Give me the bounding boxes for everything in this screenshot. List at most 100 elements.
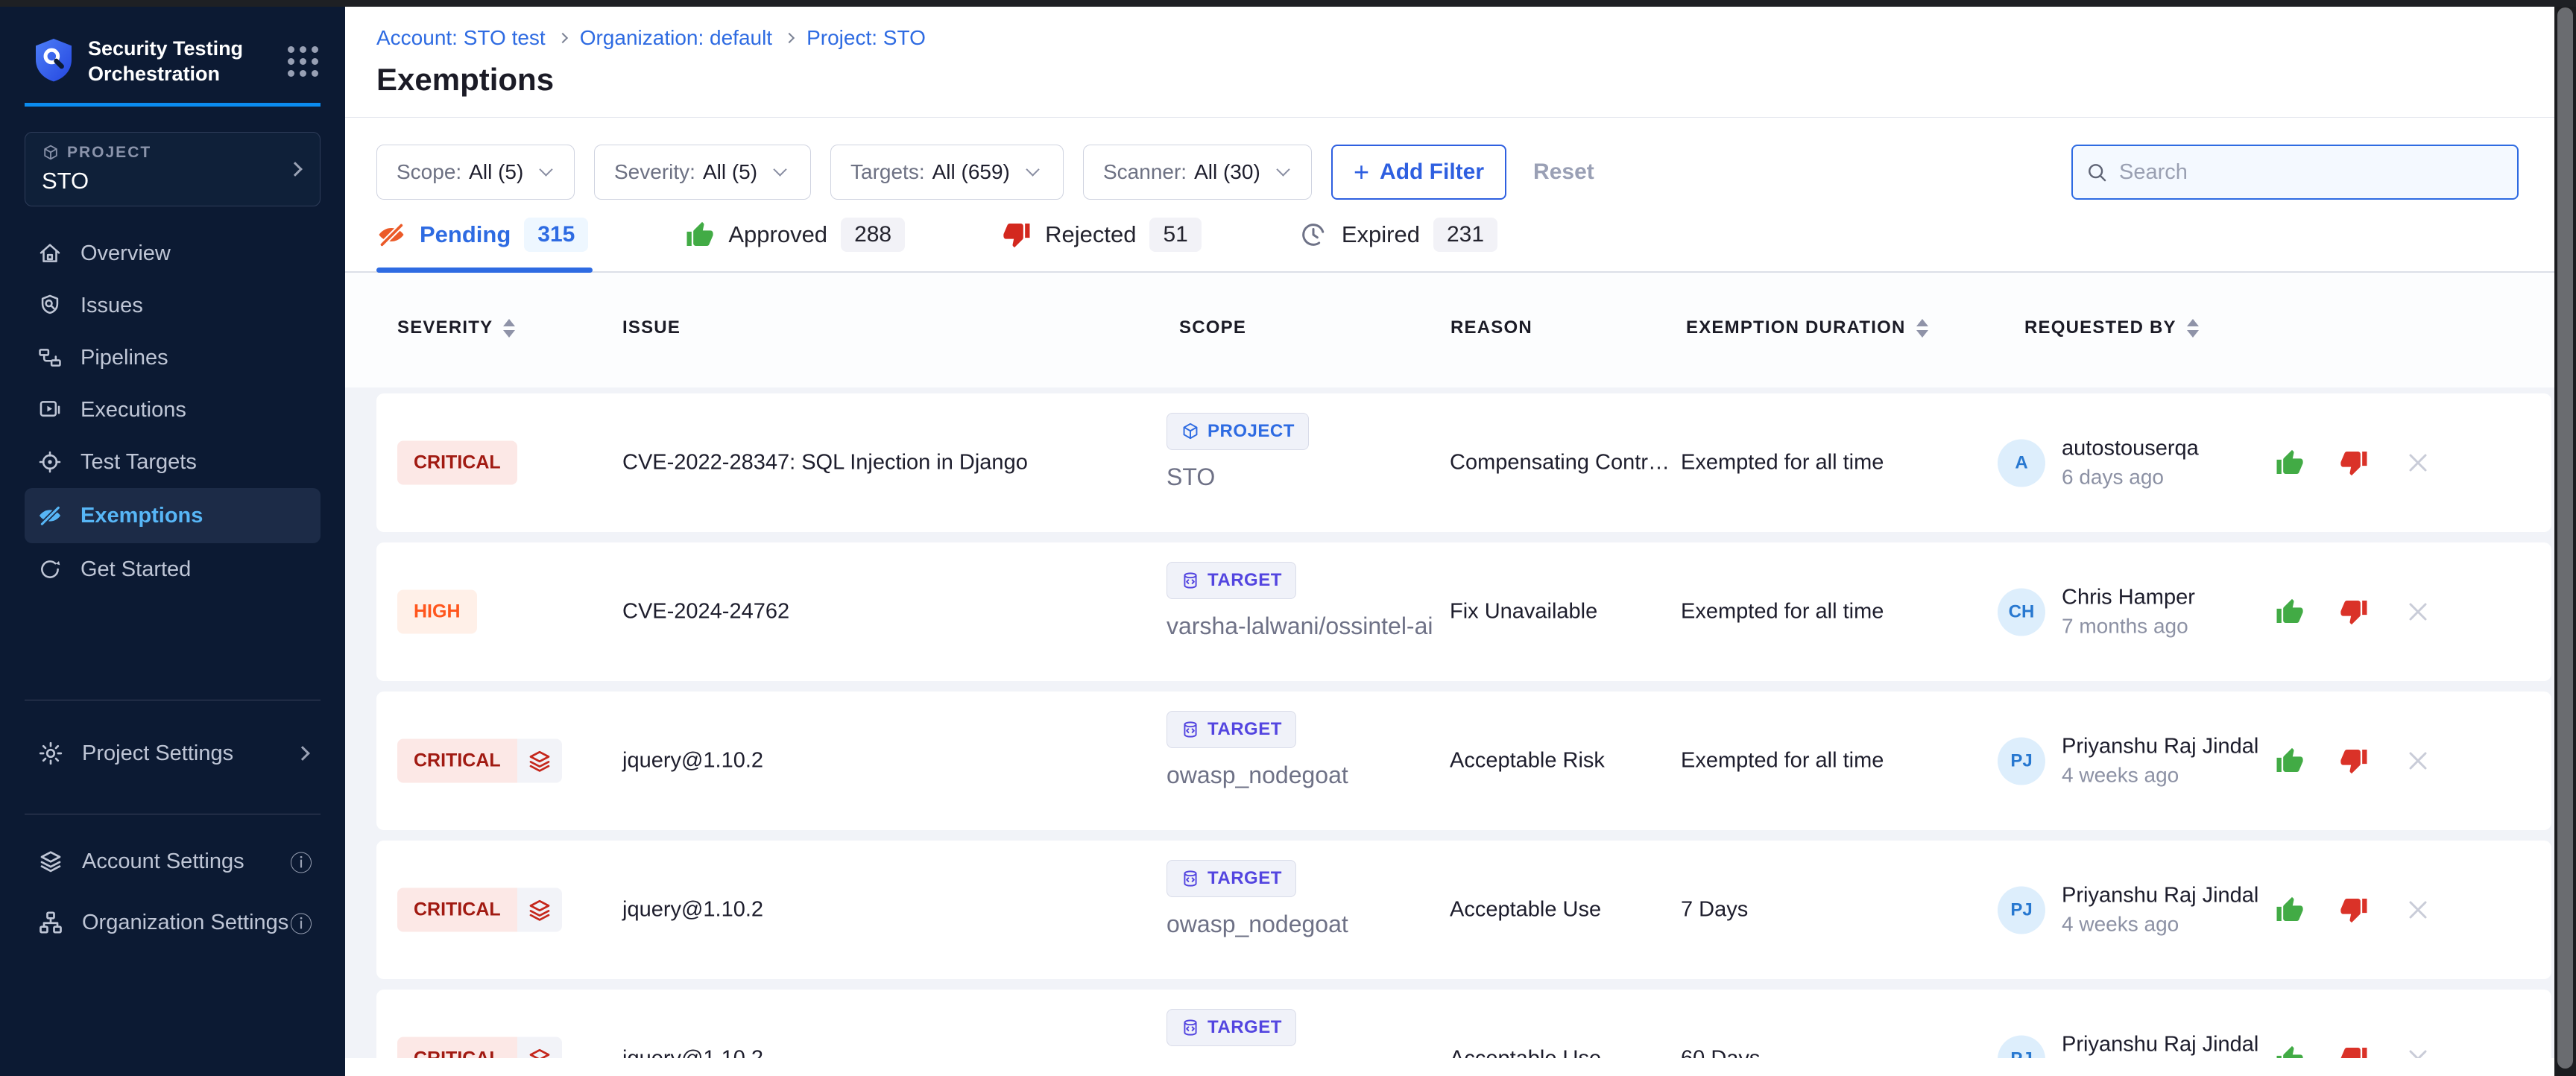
scrollbar-thumb[interactable]: [2557, 7, 2573, 1069]
sidebar-item-organization-settings[interactable]: Organization Settings ⓘ: [0, 896, 345, 949]
play-box-icon: [37, 397, 63, 423]
sidebar-item-pipelines[interactable]: Pipelines: [0, 332, 345, 384]
exemption-duration: Exempted for all time: [1681, 600, 1884, 624]
target-db-icon: [1181, 1018, 1200, 1037]
approve-button[interactable]: [2273, 893, 2306, 926]
home-icon: [37, 241, 63, 266]
requester-name: autostouserqa: [2062, 437, 2199, 461]
sidebar-item-issues[interactable]: Issues: [0, 279, 345, 332]
requested-by-cell: CH Chris Hamper 7 months ago: [1998, 586, 2195, 639]
row-actions: [2273, 1042, 2434, 1058]
exemption-duration: 7 Days: [1681, 898, 1748, 922]
dismiss-button[interactable]: [2402, 744, 2434, 777]
sidebar-nav: Overview Issues Pipelines Executions Tes…: [0, 227, 345, 595]
breadcrumb-account-link[interactable]: Account: STO test: [376, 26, 546, 50]
breadcrumb-project-link[interactable]: Project: STO: [806, 26, 926, 50]
tab-rejected[interactable]: Rejected 51: [1002, 218, 1202, 271]
issue-name: jquery@1.10.2: [622, 1047, 763, 1059]
target-db-icon: [1181, 720, 1200, 739]
search-input[interactable]: [2071, 145, 2519, 200]
sidebar: Security Testing Orchestration PROJECT S…: [0, 0, 345, 1076]
table-row[interactable]: CRITICAL CVE-2022-28347: SQL Injection i…: [376, 393, 2551, 532]
sidebar-item-exemptions[interactable]: Exemptions: [25, 488, 321, 543]
column-header-exemption-duration[interactable]: EXEMPTION DURATION: [1686, 317, 1928, 338]
dismiss-button[interactable]: [2402, 893, 2434, 926]
column-header-requested-by[interactable]: REQUESTED BY: [2024, 317, 2199, 338]
table-row[interactable]: HIGH CVE-2024-24762 TARGET varsha-lalwan…: [376, 542, 2551, 681]
reject-button[interactable]: [2337, 1042, 2370, 1058]
cube-icon: [1181, 422, 1200, 441]
column-header-severity[interactable]: SEVERITY: [397, 317, 515, 338]
sidebar-item-label: Test Targets: [80, 450, 197, 475]
requester-name: Priyanshu Raj Jindal: [2062, 884, 2258, 908]
sidebar-item-executions[interactable]: Executions: [0, 384, 345, 436]
issue-name: CVE-2022-28347: SQL Injection in Django: [622, 451, 1028, 475]
tab-expired[interactable]: Expired 231: [1298, 218, 1497, 271]
sidebar-item-project-settings[interactable]: Project Settings: [0, 727, 345, 779]
dismiss-button[interactable]: [2402, 446, 2434, 479]
tab-approved[interactable]: Approved 288: [685, 218, 905, 271]
thumb-down-icon: [2339, 1044, 2369, 1058]
scope-cell: TARGET owasp_nodegoat: [1167, 860, 1348, 938]
reject-button[interactable]: [2337, 893, 2370, 926]
tab-label: Pending: [420, 221, 511, 248]
tab-count-badge: 231: [1433, 218, 1497, 252]
sidebar-item-account-settings[interactable]: Account Settings ⓘ: [0, 835, 345, 887]
sidebar-item-label: Exemptions: [80, 504, 203, 528]
reject-button[interactable]: [2337, 595, 2370, 628]
severity-filter-dropdown[interactable]: Severity: All (5): [594, 145, 811, 200]
exemption-duration: Exempted for all time: [1681, 451, 1884, 475]
dismiss-button[interactable]: [2402, 1042, 2434, 1058]
column-header-issue: ISSUE: [622, 317, 681, 338]
add-filter-label: Add Filter: [1380, 159, 1484, 185]
sidebar-item-get-started[interactable]: Get Started: [0, 543, 345, 595]
approve-button[interactable]: [2273, 1042, 2306, 1058]
targets-filter-dropdown[interactable]: Targets: All (659): [830, 145, 1064, 200]
target-db-icon: [1181, 869, 1200, 888]
window-top-edge: [0, 0, 2576, 7]
sidebar-item-overview[interactable]: Overview: [0, 227, 345, 279]
gear-icon: [37, 740, 64, 767]
requested-time: 7 months ago: [2062, 615, 2195, 639]
approve-button[interactable]: [2273, 595, 2306, 628]
issue-name: CVE-2024-24762: [622, 600, 789, 624]
chevron-down-icon: [1026, 162, 1039, 176]
reject-button[interactable]: [2337, 744, 2370, 777]
table-row[interactable]: CRITICAL jquery@1.10.2 TARGET owasp_node…: [376, 692, 2551, 830]
requester-name: Priyanshu Raj Jindal: [2062, 735, 2258, 759]
scope-cell: TARGET varsha-lalwani/ossintel-ai: [1167, 562, 1433, 640]
tab-label: Approved: [728, 221, 827, 248]
reset-filters-link[interactable]: Reset: [1533, 159, 1594, 185]
severity-badge: CRITICAL: [397, 739, 562, 783]
thumb-down-icon: [2339, 895, 2369, 925]
approve-button[interactable]: [2273, 446, 2306, 479]
filter-value: All (5): [703, 160, 757, 184]
requester-name: Chris Hamper: [2062, 586, 2195, 610]
table-row[interactable]: CRITICAL jquery@1.10.2 TARGET owasp_node…: [376, 990, 2551, 1058]
exemption-duration: Exempted for all time: [1681, 749, 1884, 773]
approve-button[interactable]: [2273, 744, 2306, 777]
sidebar-item-test-targets[interactable]: Test Targets: [0, 436, 345, 488]
scope-filter-dropdown[interactable]: Scope: All (5): [376, 145, 575, 200]
table-row[interactable]: CRITICAL jquery@1.10.2 TARGET owasp_node…: [376, 841, 2551, 979]
breadcrumb-organization-link[interactable]: Organization: default: [580, 26, 772, 50]
add-filter-button[interactable]: + Add Filter: [1331, 145, 1506, 200]
issue-name: jquery@1.10.2: [622, 898, 763, 922]
exemption-reason: Acceptable Use: [1450, 1047, 1601, 1059]
tab-count-badge: 288: [841, 218, 905, 252]
reject-button[interactable]: [2337, 446, 2370, 479]
dismiss-button[interactable]: [2402, 595, 2434, 628]
thumb-down-icon: [2339, 746, 2369, 776]
filter-label: Targets:: [850, 160, 925, 184]
filter-label: Severity:: [614, 160, 695, 184]
thumb-up-icon: [685, 220, 715, 250]
row-actions: [2273, 744, 2434, 777]
tab-pending[interactable]: Pending 315: [376, 218, 588, 271]
chevron-down-icon: [773, 162, 786, 176]
scanner-filter-dropdown[interactable]: Scanner: All (30): [1083, 145, 1312, 200]
project-selector[interactable]: PROJECT STO: [25, 132, 321, 206]
page-scrollbar[interactable]: [2554, 0, 2576, 1076]
sidebar-item-label: Get Started: [80, 557, 191, 582]
chevron-down-icon: [1276, 162, 1289, 176]
module-switcher-grid-icon[interactable]: [288, 46, 318, 77]
